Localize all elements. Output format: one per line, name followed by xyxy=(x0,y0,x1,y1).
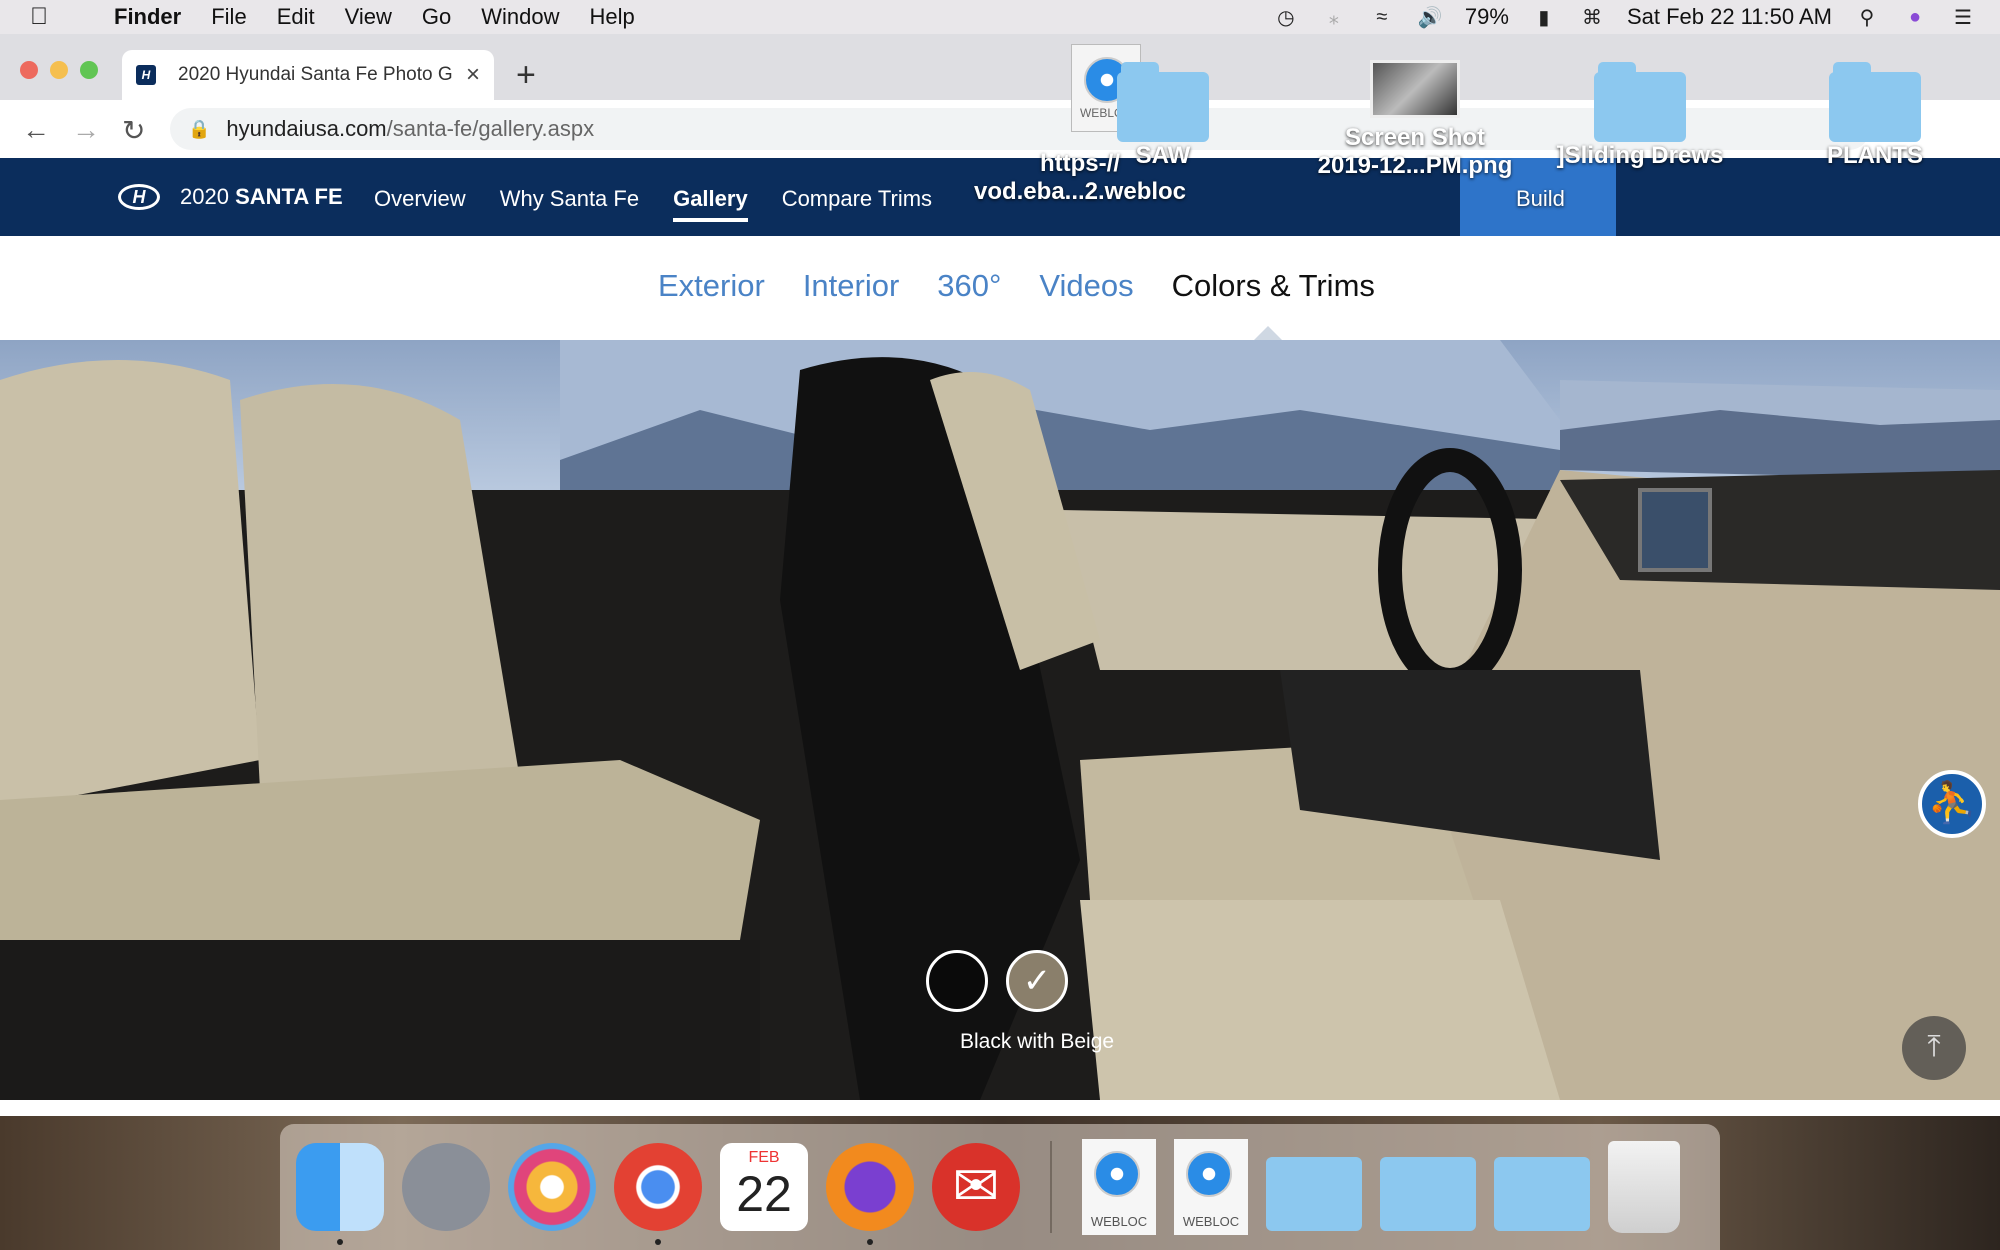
model-year: 2020 xyxy=(180,184,229,209)
tab-videos[interactable]: Videos xyxy=(1039,268,1133,304)
siri-icon[interactable]: ● xyxy=(1902,6,1928,28)
time-machine-icon[interactable]: ◷ xyxy=(1273,6,1299,29)
interior-photo: ✓ Black with Beige ⛹ ⤒ xyxy=(0,340,2000,1100)
image-thumbnail-icon xyxy=(1370,60,1460,118)
dock-folder-icon[interactable] xyxy=(1380,1157,1476,1231)
nav-compare-trims[interactable]: Compare Trims xyxy=(782,186,932,222)
trash-icon[interactable] xyxy=(1608,1141,1680,1233)
swatch-black-with-beige[interactable]: ✓ xyxy=(1006,950,1068,1012)
back-icon[interactable]: ← xyxy=(22,114,50,146)
model-title[interactable]: 2020 SANTA FE xyxy=(180,184,343,210)
calendar-month: FEB xyxy=(748,1149,780,1166)
bluetooth-icon[interactable]: ⁎ xyxy=(1321,6,1347,29)
apple-menu-icon[interactable]:  xyxy=(30,3,70,31)
menu-help[interactable]: Help xyxy=(590,4,635,30)
dock-folder-icon[interactable] xyxy=(1494,1157,1590,1231)
checkmark-icon: ✓ xyxy=(1022,962,1052,1000)
lock-icon: 🔒 xyxy=(188,118,211,139)
dock-webloc-2-label: WEBLOC xyxy=(1182,1214,1240,1229)
battery-icon[interactable]: ▮ xyxy=(1531,6,1557,29)
accessibility-icon[interactable]: ⛹ xyxy=(1918,770,1986,838)
tab-colors-trims[interactable]: Colors & Trims xyxy=(1172,268,1375,304)
wifi-icon[interactable]: ≈ xyxy=(1369,6,1395,28)
url-path: /santa-fe/gallery.aspx xyxy=(386,116,595,141)
spotlight-search-icon[interactable]: ⚲ xyxy=(1854,6,1880,29)
notification-center-icon[interactable]: ☰ xyxy=(1950,6,1976,29)
nav-why-santa-fe[interactable]: Why Santa Fe xyxy=(500,186,639,222)
launchpad-icon[interactable] xyxy=(402,1143,490,1231)
tab-360[interactable]: 360° xyxy=(937,268,1001,304)
dock-separator xyxy=(1050,1141,1052,1233)
reload-icon[interactable]: ↻ xyxy=(122,114,145,147)
firefox-icon[interactable] xyxy=(826,1143,914,1245)
gallery-subnav: Exterior Interior 360° Videos Colors & T… xyxy=(0,236,2000,340)
desktop-folder-plants[interactable]: PLANTS xyxy=(1800,62,1950,170)
menu-app-finder[interactable]: Finder xyxy=(114,4,181,30)
back-to-top-icon[interactable]: ⤒ xyxy=(1902,1016,1966,1080)
folder-saw-label: SAW xyxy=(1135,142,1191,169)
url-host: hyundaiusa.com xyxy=(226,116,387,141)
new-tab-icon[interactable]: + xyxy=(516,56,536,95)
color-swatches: ✓ xyxy=(926,950,1068,1012)
desktop-folder-sliding-drews[interactable]: ]Sliding Drews xyxy=(1540,62,1740,170)
window-controls xyxy=(20,61,98,79)
menu-file[interactable]: File xyxy=(211,4,246,30)
nav-overview[interactable]: Overview xyxy=(374,186,466,222)
model-name: SANTA FE xyxy=(235,184,343,209)
tab-interior[interactable]: Interior xyxy=(803,268,899,304)
selected-trim-label: Black with Beige xyxy=(960,1030,1115,1053)
menu-bar:  Finder File Edit View Go Window Help ◷… xyxy=(0,0,2000,34)
calendar-day: 22 xyxy=(736,1166,792,1222)
finder-icon[interactable] xyxy=(296,1143,384,1245)
dock-webloc-1-label: WEBLOC xyxy=(1090,1214,1148,1229)
calendar-icon[interactable]: FEB 22 xyxy=(720,1143,808,1231)
dock: FEB 22 ✉ WEBLOC WEBLOC xyxy=(280,1124,1720,1250)
screenshot-label: Screen Shot 2019-12...PM.png xyxy=(1317,124,1513,179)
swatch-black[interactable] xyxy=(926,950,988,1012)
close-window-icon[interactable] xyxy=(20,61,38,79)
menu-go[interactable]: Go xyxy=(422,4,451,30)
dock-folder-icon[interactable] xyxy=(1266,1157,1362,1231)
photos-icon[interactable] xyxy=(508,1143,596,1231)
minimize-window-icon[interactable] xyxy=(50,61,68,79)
tab-title: 2020 Hyundai Santa Fe Photo G xyxy=(178,64,453,85)
folder-plants-label: PLANTS xyxy=(1827,142,1923,169)
hyundai-favicon-icon: H xyxy=(136,65,156,85)
mail-icon[interactable]: ✉ xyxy=(932,1143,1020,1231)
desktop-folder-saw[interactable]: SAW xyxy=(1108,62,1218,170)
folder-icon xyxy=(1117,62,1209,142)
build-button-label: Build xyxy=(1516,186,1565,211)
folder-icon xyxy=(1594,62,1686,142)
browser-tab[interactable]: H 2020 Hyundai Santa Fe Photo G × xyxy=(122,50,494,100)
desktop-screenshot-file[interactable]: Screen Shot 2019-12...PM.png xyxy=(1280,60,1550,180)
keyboard-icon[interactable]: ⌘ xyxy=(1579,6,1605,29)
nav-gallery[interactable]: Gallery xyxy=(673,186,748,222)
volume-icon[interactable]: 🔊 xyxy=(1417,6,1443,29)
folder-sliding-label: ]Sliding Drews xyxy=(1556,142,1724,169)
menu-window[interactable]: Window xyxy=(481,4,559,30)
forward-icon[interactable]: → xyxy=(72,114,100,146)
folder-icon xyxy=(1829,62,1921,142)
hyundai-logo-icon[interactable]: H xyxy=(118,184,160,210)
page-footer-edge xyxy=(0,1100,2000,1116)
battery-percent: 79% xyxy=(1464,4,1509,29)
menu-edit[interactable]: Edit xyxy=(277,4,315,30)
chrome-icon[interactable] xyxy=(614,1143,702,1245)
active-tab-caret xyxy=(1254,326,1282,340)
maximize-window-icon[interactable] xyxy=(80,61,98,79)
close-tab-icon[interactable]: × xyxy=(466,61,480,89)
menu-view[interactable]: View xyxy=(345,4,392,30)
menu-clock[interactable]: Sat Feb 22 11:50 AM xyxy=(1627,4,1832,30)
dock-webloc-1[interactable]: WEBLOC xyxy=(1082,1139,1156,1235)
dock-webloc-2[interactable]: WEBLOC xyxy=(1174,1139,1248,1235)
tab-exterior[interactable]: Exterior xyxy=(658,268,765,304)
